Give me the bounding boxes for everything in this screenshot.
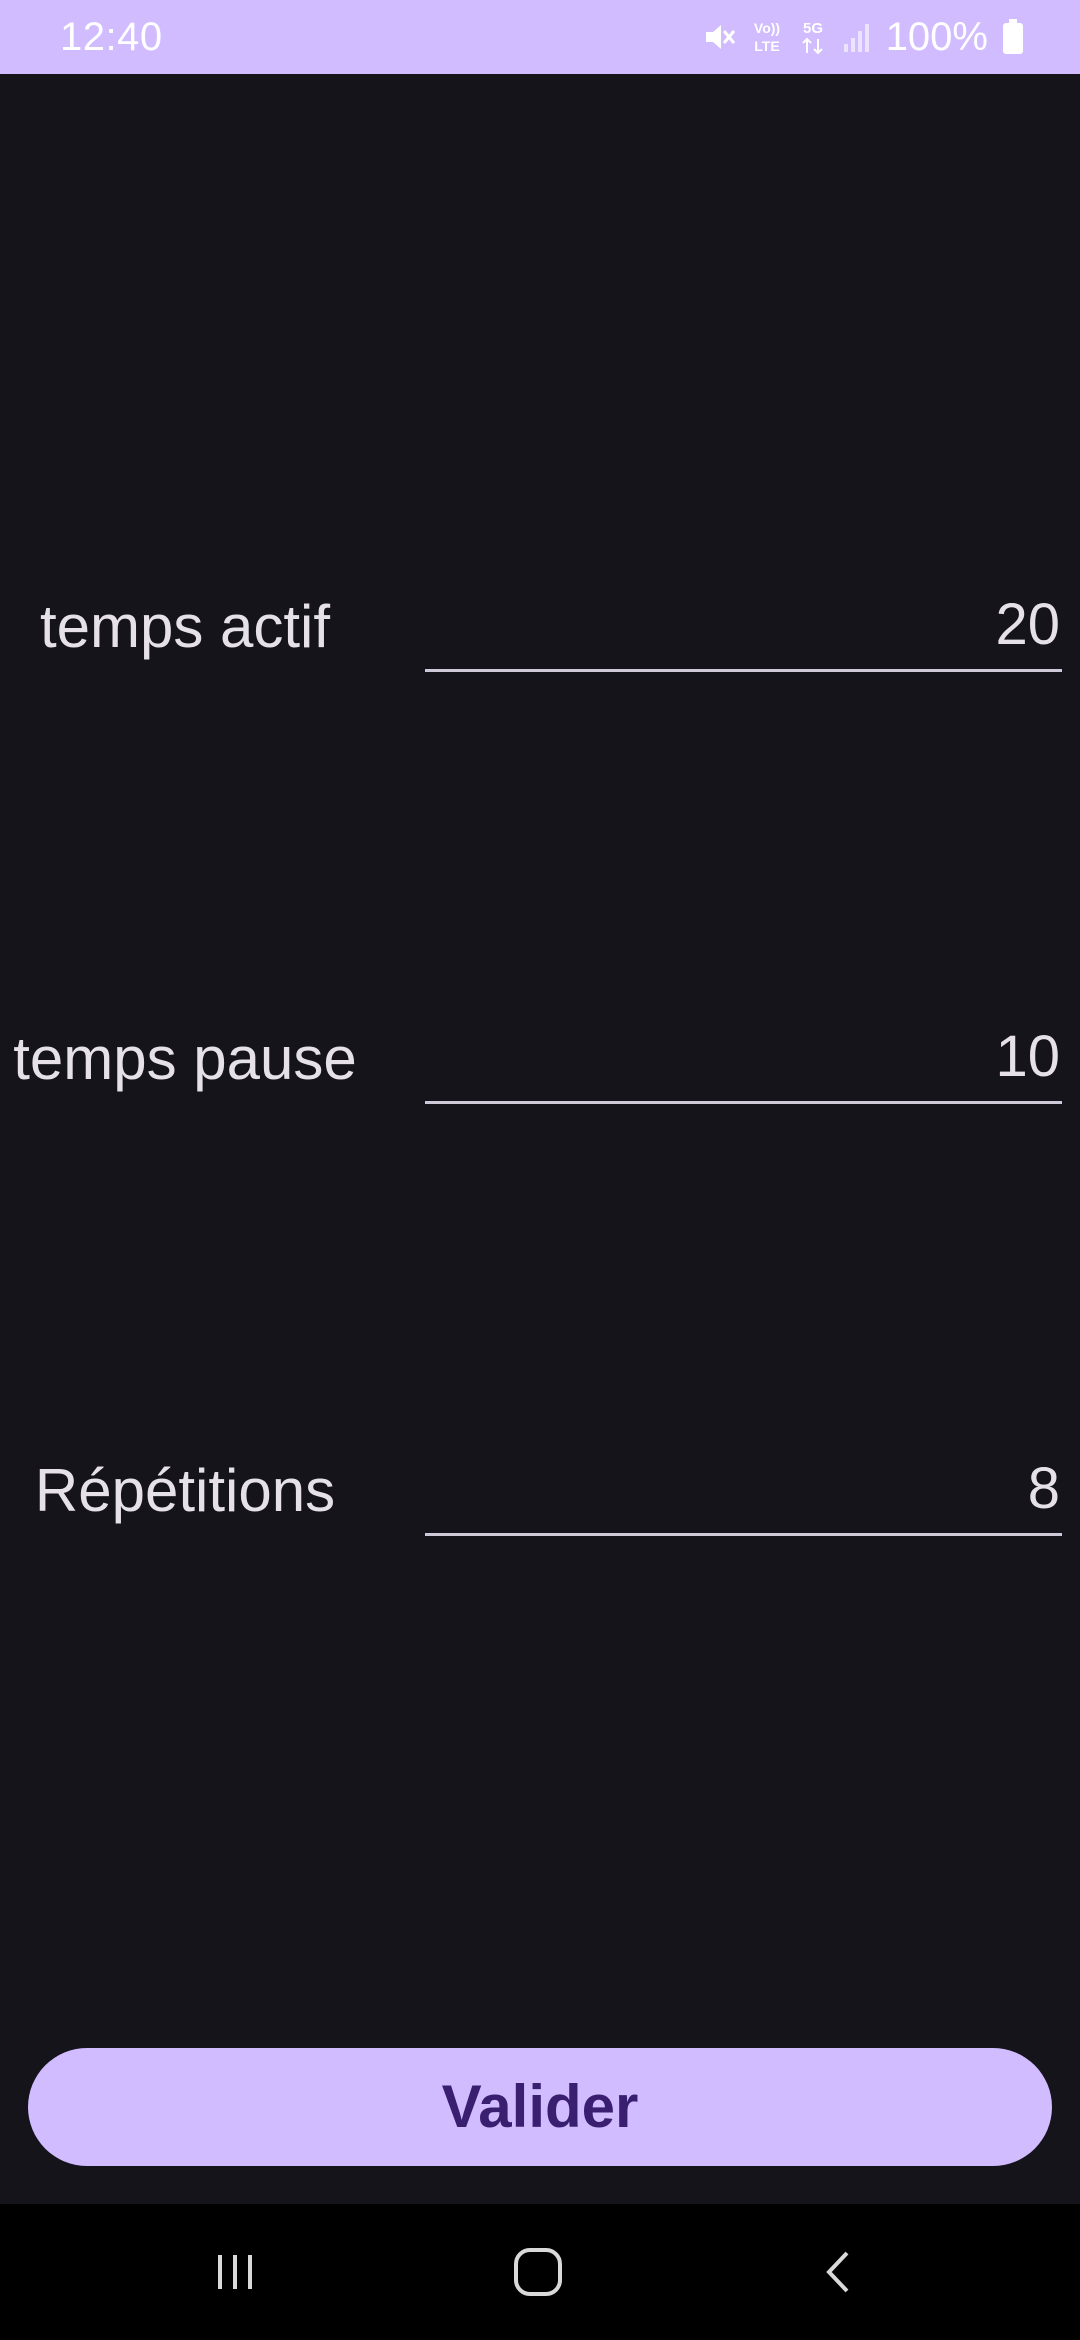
active-time-input[interactable]: 20 bbox=[425, 582, 1062, 672]
pause-time-label: temps pause bbox=[13, 1025, 357, 1092]
main-content: temps actif 20 temps pause 10 Répétition… bbox=[0, 74, 1080, 2204]
svg-text:LTE: LTE bbox=[754, 38, 779, 54]
battery-percent: 100% bbox=[885, 15, 988, 59]
active-time-label: temps actif bbox=[39, 593, 331, 660]
back-icon[interactable] bbox=[805, 2242, 875, 2302]
status-bar: 12:40 Vo)) LTE 5G 100% bbox=[0, 0, 1080, 74]
navigation-bar bbox=[0, 2204, 1080, 2340]
status-icons: Vo)) LTE 5G 100% bbox=[688, 12, 1024, 62]
repetitions-label: Répétitions bbox=[34, 1457, 336, 1524]
mute-icon bbox=[702, 20, 736, 54]
status-time: 12:40 bbox=[60, 15, 163, 59]
volte-icon: Vo)) LTE bbox=[750, 17, 784, 57]
pause-time-input[interactable]: 10 bbox=[425, 1014, 1062, 1104]
validate-button[interactable]: Valider bbox=[28, 2048, 1052, 2166]
repetitions-input[interactable]: 8 bbox=[425, 1446, 1062, 1536]
network-5g-icon: 5G bbox=[798, 17, 828, 57]
recents-icon[interactable] bbox=[200, 2242, 270, 2302]
signal-icon bbox=[842, 20, 872, 54]
svg-text:Vo)): Vo)) bbox=[754, 20, 780, 36]
battery-icon bbox=[1002, 19, 1024, 55]
home-icon[interactable] bbox=[503, 2242, 573, 2302]
svg-text:5G: 5G bbox=[803, 20, 823, 37]
